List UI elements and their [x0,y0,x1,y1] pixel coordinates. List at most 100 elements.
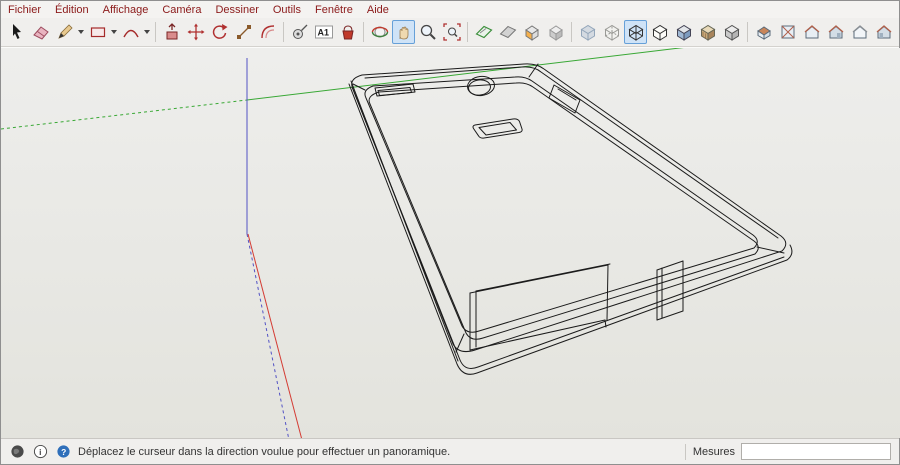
measurements-box: Mesures [693,443,891,460]
magnifier-icon [418,22,438,42]
hidden-line-style-button[interactable] [648,20,671,44]
monochrome-cube-icon [722,22,742,42]
right-view-button[interactable] [824,20,847,44]
help-button[interactable]: ? [55,444,71,460]
eraser-tool-button[interactable] [29,20,52,44]
section-plane-icon [474,22,494,42]
select-tool-button[interactable] [5,20,28,44]
info-icon: i [33,444,48,459]
pencil-icon [55,22,75,42]
wireframe-style-button[interactable] [624,20,647,44]
status-bar: i ? Déplacez le curseur dans la directio… [1,438,899,464]
toolbar-separator [363,22,364,42]
menu-item-aide[interactable]: Aide [360,3,396,17]
arc-tool-dropdown[interactable] [143,20,151,44]
sketchup-window: Fichier Édition Affichage Caméra Dessine… [0,0,900,465]
rotate-tool-button[interactable] [208,20,231,44]
shapes-tool-dropdown[interactable] [110,20,118,44]
iso-view-button[interactable] [752,20,775,44]
front-house-icon [802,22,822,42]
geolocation-button[interactable] [9,444,25,460]
offset-tool-button[interactable] [256,20,279,44]
textured-cube-icon [698,22,718,42]
toolbar-separator [571,22,572,42]
section-fill-button[interactable] [496,20,519,44]
viewport-canvas [1,48,900,438]
zoom-extents-icon [442,22,462,42]
toolbar-separator [747,22,748,42]
eraser-icon [31,22,51,42]
scale-tool-button[interactable] [232,20,255,44]
section-cube-icon [522,22,542,42]
push-pull-icon [162,22,182,42]
paint-bucket-tool-button[interactable] [336,20,359,44]
menu-item-fichier[interactable]: Fichier [1,3,48,17]
line-tool-dropdown[interactable] [77,20,85,44]
rotate-icon [210,22,230,42]
status-message: Déplacez le curseur dans la direction vo… [78,446,678,458]
shaded-style-button[interactable] [672,20,695,44]
arc-tool-button[interactable] [119,20,142,44]
front-view-button[interactable] [800,20,823,44]
monochrome-style-button[interactable] [720,20,743,44]
back-house-icon [850,22,870,42]
menu-item-camera[interactable]: Caméra [155,3,208,17]
top-view-button[interactable] [776,20,799,44]
zoom-extents-button[interactable] [440,20,463,44]
chevron-down-icon [78,30,84,34]
left-house-icon [874,22,894,42]
line-tool-button[interactable] [53,20,76,44]
textured-style-button[interactable] [696,20,719,44]
tape-measure-tool-button[interactable] [288,20,311,44]
toolbar: A1 [1,18,899,47]
back-view-button[interactable] [848,20,871,44]
top-view-icon [778,22,798,42]
shapes-tool-button[interactable] [86,20,109,44]
chevron-down-icon [111,30,117,34]
section-display-button[interactable] [520,20,543,44]
shaded-cube-icon [674,22,694,42]
xray-style-button[interactable] [576,20,599,44]
svg-text:i: i [39,447,41,457]
scale-icon [234,22,254,42]
push-pull-tool-button[interactable] [160,20,183,44]
section-fill-icon [498,22,518,42]
toolbar-separator [155,22,156,42]
text-tool-button[interactable]: A1 [312,20,335,44]
gray-cube-icon [546,22,566,42]
section-plane-button[interactable] [472,20,495,44]
xray-cube-icon [578,22,598,42]
svg-text:?: ? [61,447,66,457]
menu-item-outils[interactable]: Outils [266,3,308,17]
zoom-tool-button[interactable] [416,20,439,44]
menu-item-dessiner[interactable]: Dessiner [208,3,265,17]
wireframe-cube-icon [626,22,646,42]
menu-item-fenetre[interactable]: Fenêtre [308,3,360,17]
measurements-input[interactable] [741,443,891,460]
pan-tool-button[interactable] [392,20,415,44]
offset-icon [258,22,278,42]
statusbar-separator [685,444,686,460]
move-tool-button[interactable] [184,20,207,44]
menu-item-edition[interactable]: Édition [48,3,96,17]
chevron-down-icon [144,30,150,34]
orbit-icon [370,22,390,42]
question-icon: ? [56,444,71,459]
paint-bucket-icon [338,22,358,42]
back-edges-cube-icon [602,22,622,42]
modeling-viewport[interactable] [1,47,899,438]
back-edges-style-button[interactable] [600,20,623,44]
arc-icon [121,22,141,42]
left-view-button[interactable] [872,20,895,44]
right-house-icon [826,22,846,42]
menu-item-affichage[interactable]: Affichage [96,3,156,17]
credits-button[interactable]: i [32,444,48,460]
orbit-tool-button[interactable] [368,20,391,44]
section-cuts-button[interactable] [544,20,567,44]
hidden-line-cube-icon [650,22,670,42]
measurements-label: Mesures [693,446,735,458]
select-arrow-icon [7,22,27,42]
menu-bar: Fichier Édition Affichage Caméra Dessine… [1,1,899,18]
tape-measure-icon [290,22,310,42]
text-tool-icon: A1 [314,22,334,42]
